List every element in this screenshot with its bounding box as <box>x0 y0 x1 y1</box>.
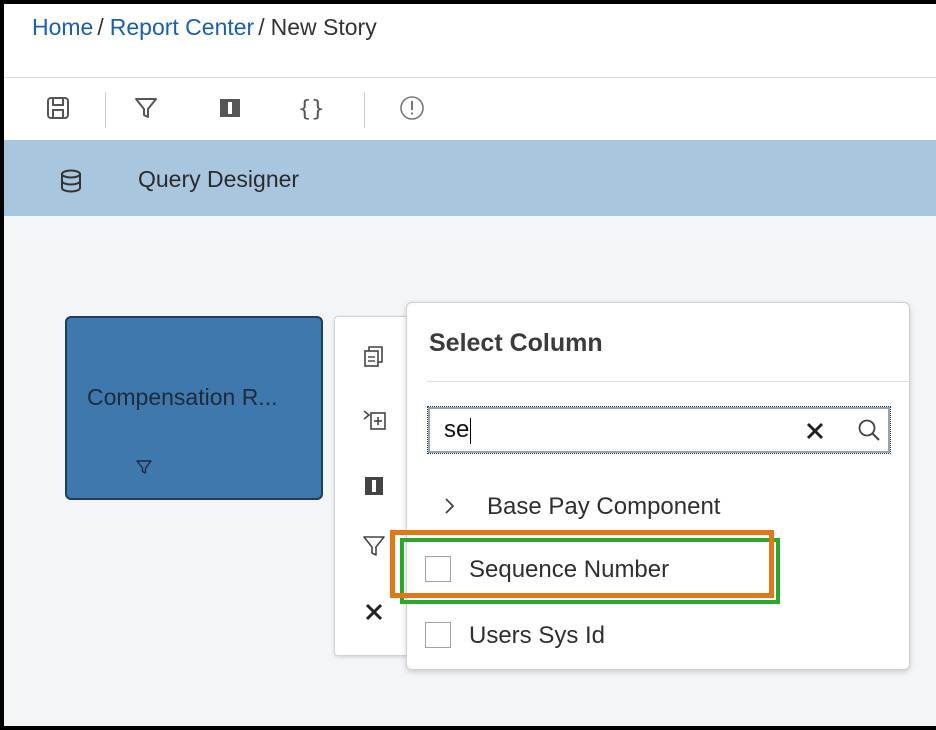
filter-icon[interactable] <box>359 531 389 561</box>
breadcrumb-current: New Story <box>270 14 377 40</box>
save-icon[interactable] <box>42 92 74 124</box>
list-item-label: Base Pay Component <box>487 493 721 520</box>
query-designer-label: Query Designer <box>138 166 300 192</box>
list-item-label: Users Sys Id <box>469 622 606 649</box>
database-icon <box>58 168 84 199</box>
toolbar-separator <box>364 92 365 128</box>
node-filter-icon[interactable] <box>135 458 153 481</box>
add-field-icon[interactable] <box>359 405 389 435</box>
select-column-popover: Select Column se Base Pay Component Sequ… <box>406 302 910 670</box>
query-designer-bar: Query Designer <box>4 140 936 216</box>
entity-node[interactable]: Compensation R... <box>65 316 323 500</box>
breadcrumb-report-center-link[interactable]: Report Center <box>110 14 254 40</box>
popover-divider <box>427 381 909 382</box>
columns-icon[interactable] <box>214 92 246 124</box>
clear-icon[interactable] <box>802 418 828 444</box>
svg-text:{}: {} <box>298 97 325 122</box>
entity-node-title: Compensation R... <box>87 384 278 410</box>
toolbar-separator <box>105 92 106 128</box>
warning-icon[interactable] <box>396 92 428 124</box>
column-search-input[interactable]: se <box>427 406 891 454</box>
search-icon[interactable] <box>856 417 882 443</box>
breadcrumb-home-link[interactable]: Home <box>32 14 93 40</box>
close-icon[interactable] <box>359 597 389 627</box>
list-item-checkbox[interactable]: Users Sys Id <box>407 609 909 663</box>
columns-icon[interactable] <box>359 471 389 501</box>
chevron-right-icon[interactable] <box>443 493 457 524</box>
search-input-value: se <box>444 416 472 444</box>
list-item-group[interactable]: Base Pay Component <box>407 479 909 533</box>
highlight-box-orange <box>390 530 774 598</box>
copy-icon[interactable] <box>359 341 389 371</box>
breadcrumb-separator: / <box>97 14 104 40</box>
breadcrumb-separator: / <box>258 14 265 40</box>
toolbar: {} <box>4 78 936 140</box>
checkbox[interactable] <box>425 622 451 648</box>
breadcrumb: Home / Report Center / New Story <box>32 14 377 41</box>
popover-title: Select Column <box>429 329 603 357</box>
filter-icon[interactable] <box>130 92 162 124</box>
node-action-strip <box>334 316 410 656</box>
braces-icon[interactable]: {} <box>294 92 338 124</box>
